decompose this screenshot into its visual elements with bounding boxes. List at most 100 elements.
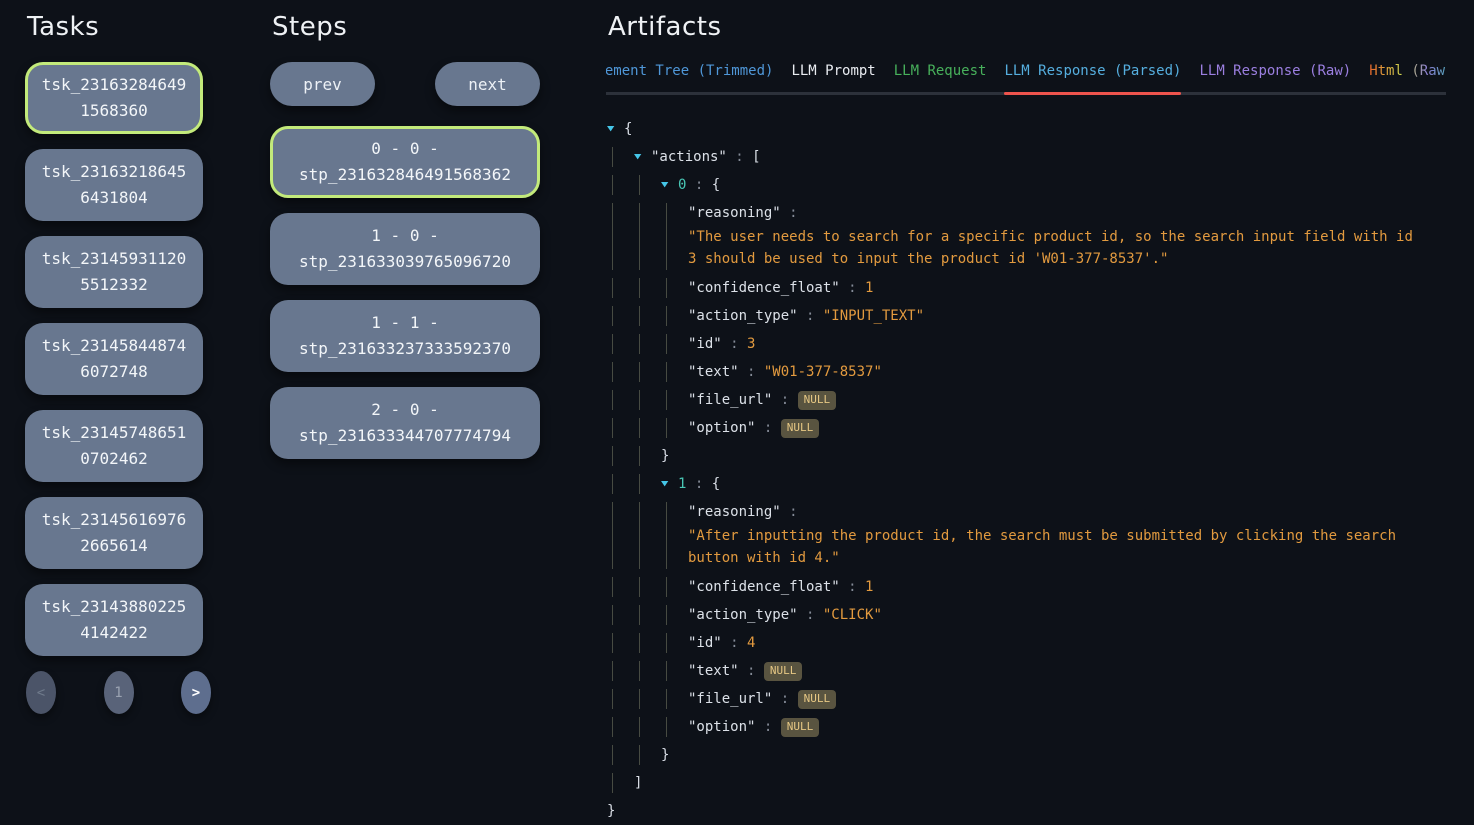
json-token: "file_url"	[688, 392, 772, 408]
json-row: "id" : 4	[606, 629, 1446, 657]
json-row-content: "actions" : [	[651, 147, 761, 167]
json-token: :	[739, 663, 764, 679]
json-token: "action_type"	[688, 308, 798, 324]
step-button[interactable]: 0 - 0 - stp_231632846491568362	[270, 126, 540, 198]
json-row: }	[606, 797, 1446, 825]
collapse-arrow-icon[interactable]: ▼	[661, 474, 684, 494]
json-token: :	[772, 691, 797, 707]
json-row: "id" : 3	[606, 330, 1446, 358]
collapse-arrow-icon[interactable]: ▼	[634, 147, 657, 167]
json-string-value: "The user needs to search for a specific…	[688, 226, 1422, 270]
task-button[interactable]: tsk_231458448746072748	[25, 323, 203, 395]
tasks-pagination: < 1 >	[25, 671, 211, 714]
json-token: :	[798, 308, 823, 324]
step-button[interactable]: 1 - 0 - stp_231633039765096720	[270, 213, 540, 285]
task-button[interactable]: tsk_231438802254142422	[25, 584, 203, 656]
indent-guide	[612, 502, 639, 569]
steps-panel: Steps prev next 0 - 0 - stp_231632846491…	[270, 12, 540, 474]
json-token: "option"	[688, 719, 755, 735]
json-token: "action_type"	[688, 607, 798, 623]
json-token: ]	[634, 775, 642, 791]
indent-guide	[639, 633, 666, 653]
json-token: "confidence_float"	[688, 579, 840, 595]
json-string-value: "After inputting the product id, the sea…	[688, 525, 1422, 569]
json-row-content: "action_type" : "CLICK"	[688, 605, 882, 625]
app-root: { "tasks": { "title": "Tasks", "selected…	[0, 0, 1474, 800]
indent-guide	[612, 446, 639, 466]
json-colon: :	[781, 205, 798, 221]
step-button[interactable]: 2 - 0 - stp_231633344707774794	[270, 387, 540, 459]
collapse-arrow-icon[interactable]: ▼	[607, 119, 630, 139]
indent-guide	[639, 689, 666, 709]
null-badge: NULL	[798, 391, 837, 410]
step-list: 0 - 0 - stp_231632846491568362 1 - 0 - st…	[270, 126, 540, 459]
indent-guide	[639, 306, 666, 326]
json-row: ▼{	[606, 115, 1446, 143]
next-step-button[interactable]: next	[435, 62, 540, 106]
indent-guide	[612, 203, 639, 270]
json-token: 1	[865, 579, 873, 595]
json-token: :	[798, 607, 823, 623]
json-token: }	[661, 747, 669, 763]
tab-element-tree-trimmed[interactable]: Element Tree (Trimmed)	[606, 62, 773, 92]
json-row-content: }	[661, 446, 669, 466]
tab-html-raw[interactable]: Html (Raw)	[1369, 62, 1446, 92]
json-row-content: "reasoning" :"After inputting the produc…	[688, 502, 1422, 569]
json-row: "confidence_float" : 1	[606, 573, 1446, 601]
json-row: ]	[606, 769, 1446, 797]
pagination-page-1-button[interactable]: 1	[104, 671, 134, 714]
indent-guide	[639, 605, 666, 625]
task-button[interactable]: tsk_231459311205512332	[25, 236, 203, 308]
json-token: [	[752, 149, 760, 165]
json-token: "actions"	[651, 149, 727, 165]
indent-guide	[639, 362, 666, 382]
indent-guide	[612, 278, 639, 298]
indent-guide	[612, 474, 639, 494]
task-button[interactable]: tsk_231632846491568360	[25, 62, 203, 134]
task-button[interactable]: tsk_231456169762665614	[25, 497, 203, 569]
json-row-content: "id" : 3	[688, 334, 755, 354]
artifacts-title: Artifacts	[608, 12, 1446, 42]
json-token: :	[722, 635, 747, 651]
json-token: :	[772, 392, 797, 408]
json-row-content: ]	[634, 773, 642, 793]
json-token: "W01-377-8537"	[764, 364, 882, 380]
steps-title: Steps	[272, 12, 540, 42]
json-token: :	[840, 579, 865, 595]
indent-guide	[612, 577, 639, 597]
tab-llm-prompt[interactable]: LLM Prompt	[791, 62, 875, 92]
pagination-next-button[interactable]: >	[181, 671, 211, 714]
json-token: "id"	[688, 635, 722, 651]
indent-guide	[639, 334, 666, 354]
prev-step-button[interactable]: prev	[270, 62, 375, 106]
indent-guide	[639, 203, 666, 270]
tab-llm-request[interactable]: LLM Request	[894, 62, 987, 92]
json-row-content: "confidence_float" : 1	[688, 278, 873, 298]
tab-bar-clip: Element Tree (Trimmed) LLM Prompt LLM Requ…	[606, 62, 1446, 95]
tab-llm-response-parsed[interactable]: LLM Response (Parsed)	[1004, 62, 1181, 92]
json-token: :	[727, 149, 752, 165]
json-row-content: }	[607, 801, 615, 821]
json-key: "reasoning"	[688, 205, 781, 221]
json-token: 1	[865, 280, 873, 296]
json-row-content: 1 : {	[678, 474, 720, 494]
indent-guide	[639, 502, 666, 569]
step-button[interactable]: 1 - 1 - stp_231633237333592370	[270, 300, 540, 372]
task-button[interactable]: tsk_231457486510702462	[25, 410, 203, 482]
json-row: "action_type" : "CLICK"	[606, 601, 1446, 629]
null-badge: NULL	[781, 419, 820, 438]
task-button[interactable]: tsk_231632186456431804	[25, 149, 203, 221]
tab-llm-response-raw[interactable]: LLM Response (Raw)	[1199, 62, 1351, 92]
json-row-content: "file_url" : NULL	[688, 390, 836, 410]
json-token: :	[739, 364, 764, 380]
indent-guide	[612, 362, 639, 382]
indent-guide	[639, 278, 666, 298]
json-token: :	[755, 420, 780, 436]
collapse-arrow-icon[interactable]: ▼	[661, 175, 684, 195]
pagination-prev-button[interactable]: <	[26, 671, 56, 714]
json-row-content: "action_type" : "INPUT_TEXT"	[688, 306, 924, 326]
json-row-content: 0 : {	[678, 175, 720, 195]
artifact-tab-bar: Element Tree (Trimmed) LLM Prompt LLM Requ…	[606, 62, 1446, 95]
json-row: "confidence_float" : 1	[606, 274, 1446, 302]
json-row: "file_url" : NULL	[606, 685, 1446, 713]
